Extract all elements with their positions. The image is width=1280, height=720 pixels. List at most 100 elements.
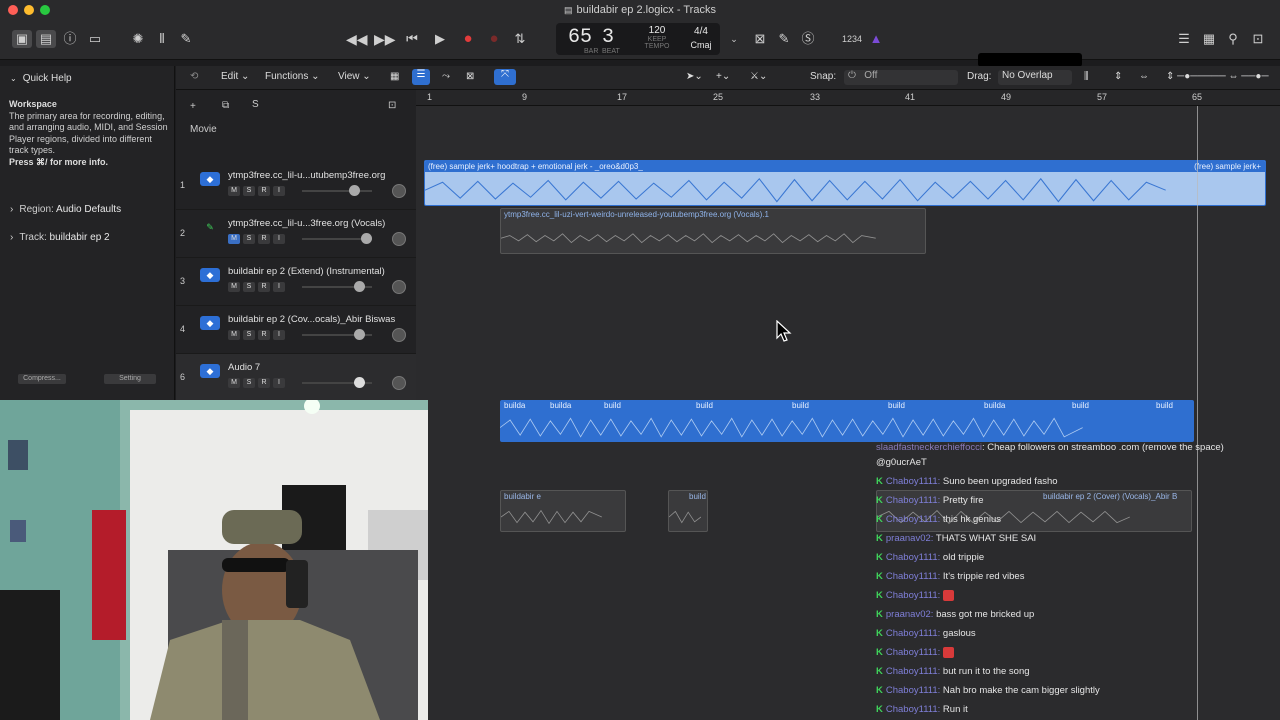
volume-slider-knob[interactable]: [349, 185, 360, 196]
pan-knob[interactable]: [392, 328, 406, 342]
horizontal-zoom-icon[interactable]: ⇔: [1139, 71, 1149, 82]
solo-button[interactable]: S: [243, 378, 255, 388]
track-name[interactable]: ytmp3free.cc_lil-u...3free.org (Vocals): [228, 218, 385, 229]
record-enable-button[interactable]: R: [258, 330, 270, 340]
functions-menu[interactable]: Functions ⌄: [265, 71, 320, 82]
go-to-beginning-button[interactable]: ⏮: [402, 30, 422, 48]
browsers-icon[interactable]: ⊡: [1248, 30, 1268, 48]
mute-button[interactable]: M: [228, 330, 240, 340]
library-icon[interactable]: ▣: [12, 30, 32, 48]
track-name[interactable]: buildabir ep 2 (Extend) (Instrumental): [228, 266, 385, 277]
mute-button[interactable]: M: [228, 282, 240, 292]
solo-button[interactable]: S: [243, 282, 255, 292]
input-monitor-button[interactable]: I: [273, 282, 285, 292]
track-header-4[interactable]: 4 ◆ buildabir ep 2 (Cov...ocals)_Abir Bi…: [176, 306, 416, 354]
track-header-6[interactable]: 6 ◆ Audio 7 MSRI: [176, 354, 416, 402]
lcd-display[interactable]: 65 BAR 3 BEAT 120 KEEP TEMPO 4/4 Cmaj: [556, 23, 720, 55]
mute-button[interactable]: M: [228, 186, 240, 196]
global-solo-button[interactable]: S: [252, 99, 259, 110]
track-inspector-row[interactable]: › Track: buildabir ep 2: [10, 232, 110, 243]
audio-region[interactable]: ytmp3free.cc_lil-uzi-vert-weirdo-unrelea…: [500, 208, 926, 254]
marquee-tool-icon[interactable]: ⚔⌄: [750, 71, 767, 82]
tracks-area[interactable]: 1 9 17 25 33 41 49 57 65 (free) sample j…: [416, 90, 1280, 720]
compress-button[interactable]: Compress...: [18, 374, 66, 384]
pan-knob[interactable]: [392, 376, 406, 390]
new-track-button[interactable]: +: [190, 101, 196, 112]
catch-icon[interactable]: ⟲: [190, 71, 198, 82]
fast-forward-button[interactable]: ▶▶: [374, 30, 396, 48]
volume-slider-track[interactable]: [302, 190, 372, 192]
solo-button[interactable]: S: [243, 234, 255, 244]
inspector-icon[interactable]: ▤: [36, 30, 56, 48]
input-monitor-button[interactable]: I: [273, 234, 285, 244]
tuner-icon[interactable]: ⊠: [750, 30, 770, 48]
play-button[interactable]: ▶: [430, 30, 450, 48]
bar-ruler[interactable]: 1 9 17 25 33 41 49 57 65: [416, 90, 1280, 106]
view-menu[interactable]: View ⌄: [338, 71, 371, 82]
toolbar-icon[interactable]: ▭: [85, 30, 105, 48]
smart-controls-icon[interactable]: ✺: [128, 30, 148, 48]
quick-help-header[interactable]: ⌄ Quick Help: [10, 73, 72, 84]
duplicate-track-icon[interactable]: ⧉: [222, 100, 229, 111]
track-name[interactable]: Audio 7: [228, 362, 260, 373]
zoom-slider[interactable]: ⇕ ─●───── ⇔ ──●─: [1166, 71, 1269, 82]
close-window-button[interactable]: [8, 5, 18, 15]
input-monitor-button[interactable]: I: [273, 378, 285, 388]
volume-slider-knob[interactable]: [354, 329, 365, 340]
audio-region[interactable]: build: [668, 490, 708, 532]
secondary-tool-icon[interactable]: +⌄: [716, 71, 730, 82]
rewind-button[interactable]: ◀◀: [346, 30, 368, 48]
mute-button[interactable]: M: [228, 234, 240, 244]
playhead[interactable]: [1197, 106, 1198, 720]
zoom-window-button[interactable]: [40, 5, 50, 15]
track-header-3[interactable]: 3 ◆ buildabir ep 2 (Extend) (Instrumenta…: [176, 258, 416, 306]
solo-button[interactable]: S: [243, 186, 255, 196]
lcd-chevron-down-icon[interactable]: ⌄: [724, 30, 744, 48]
list-editors-icon[interactable]: ☰: [1174, 30, 1194, 48]
score-icon[interactable]: Ⓢ: [798, 30, 818, 48]
pointer-tool-icon[interactable]: ➤⌄: [686, 71, 703, 82]
drag-dropdown[interactable]: No Overlap: [998, 70, 1072, 85]
automation-icon[interactable]: ⤳: [442, 71, 450, 82]
track-name[interactable]: buildabir ep 2 (Cov...ocals)_Abir Biswas: [228, 314, 395, 325]
record-enable-button[interactable]: R: [258, 282, 270, 292]
record-button[interactable]: ●: [458, 30, 478, 48]
count-in-button[interactable]: 1234: [838, 30, 866, 48]
vertical-zoom-icon[interactable]: ⇕: [1114, 71, 1122, 82]
quick-help-icon[interactable]: ⓘ: [60, 30, 80, 48]
search-icon[interactable]: ⚲: [1223, 30, 1243, 48]
waveform-zoom-icon[interactable]: ⫼: [1084, 71, 1089, 82]
audio-region-group[interactable]: builda builda build build build build bu…: [500, 400, 1194, 442]
volume-slider-knob[interactable]: [361, 233, 372, 244]
audio-region[interactable]: (free) sample jerk+ hoodtrap + emotional…: [424, 160, 1266, 206]
chord-track-icon[interactable]: ▲: [866, 30, 886, 48]
track-header-1[interactable]: 1 ◆ ytmp3free.cc_lil-u...utubemp3free.or…: [176, 162, 416, 210]
mute-button[interactable]: M: [228, 378, 240, 388]
editors-icon[interactable]: ✎: [176, 30, 196, 48]
catch-playhead-icon[interactable]: ⤧: [494, 69, 516, 85]
pan-knob[interactable]: [392, 232, 406, 246]
setting-button[interactable]: Setting: [104, 374, 156, 384]
audio-region[interactable]: buildabir e: [500, 490, 626, 532]
flex-icon[interactable]: ⊠: [466, 71, 474, 82]
snap-dropdown[interactable]: ⏻ Off: [844, 70, 958, 85]
track-options-icon[interactable]: ⊡: [388, 100, 396, 111]
track-header-2[interactable]: 2 ✎ ytmp3free.cc_lil-u...3free.org (Voca…: [176, 210, 416, 258]
solo-button[interactable]: S: [243, 330, 255, 340]
grid-view-icon[interactable]: ▦: [390, 71, 399, 82]
edit-menu[interactable]: Edit ⌄: [221, 71, 249, 82]
input-monitor-button[interactable]: I: [273, 330, 285, 340]
record-enable-button[interactable]: R: [258, 186, 270, 196]
track-name[interactable]: ytmp3free.cc_lil-u...utubemp3free.org: [228, 170, 385, 181]
volume-slider-knob[interactable]: [354, 281, 365, 292]
notepad-icon[interactable]: ▦: [1199, 30, 1219, 48]
record-enable-button[interactable]: R: [258, 234, 270, 244]
list-view-icon[interactable]: ☰: [412, 69, 430, 85]
mixer-icon[interactable]: ⫴: [152, 30, 172, 48]
pan-knob[interactable]: [392, 184, 406, 198]
input-monitor-button[interactable]: I: [273, 186, 285, 196]
cycle-button[interactable]: ⇅: [510, 30, 530, 48]
pan-knob[interactable]: [392, 280, 406, 294]
region-inspector-row[interactable]: › Region: Audio Defaults: [10, 204, 121, 215]
volume-slider-knob[interactable]: [354, 377, 365, 388]
